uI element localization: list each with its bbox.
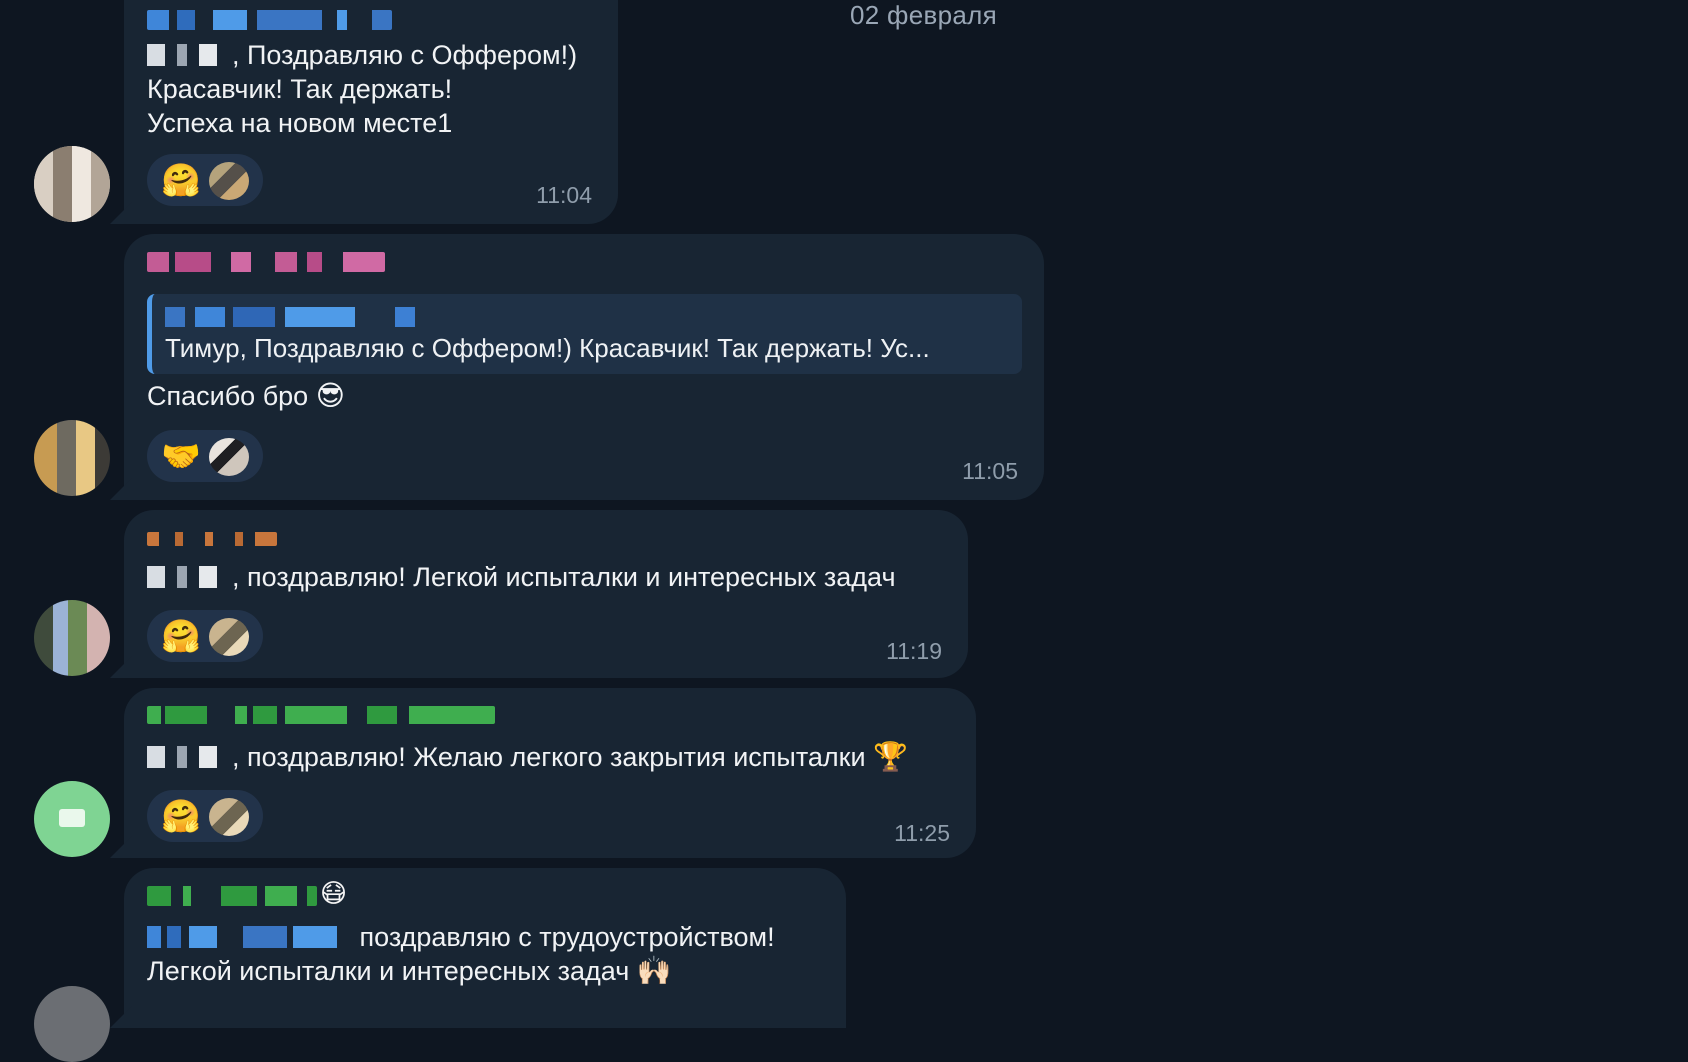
reactor-avatar: [209, 798, 249, 836]
sender-name[interactable]: [147, 10, 392, 30]
sender-name[interactable]: [147, 886, 317, 906]
message-bubble: 😷 поздравляю с трудоустройством! Легкой …: [124, 868, 846, 1028]
reply-text: Тимур, Поздравляю с Оффером!) Красавчик!…: [165, 333, 930, 363]
reaction-pill[interactable]: 🤗: [147, 154, 263, 206]
message-time: 11:25: [894, 820, 950, 846]
reply-sender-name: [165, 307, 415, 327]
trophy-emoji: 🏆: [873, 741, 908, 772]
sender-name[interactable]: [147, 532, 277, 546]
message-avatar[interactable]: [34, 420, 110, 496]
reaction-pill[interactable]: 🤝: [147, 430, 263, 482]
message-time: 11:19: [886, 638, 942, 664]
reaction-emoji: 🤗: [161, 798, 201, 834]
reactor-avatar: [209, 618, 249, 656]
message-text: , Поздравляю с Оффером!) Красавчик! Так …: [147, 40, 578, 138]
message-text: Спасибо бро 😎: [147, 380, 345, 411]
message-time: 11:04: [536, 182, 592, 208]
reaction-emoji: 🤗: [161, 162, 201, 198]
blurred-name: [147, 44, 232, 66]
reaction-emoji: 🤗: [161, 618, 201, 654]
message-text: , поздравляю! Желаю легкого закрытия исп…: [147, 740, 908, 774]
message-bubble: , поздравляю! Легкой испыталки и интерес…: [124, 510, 968, 678]
raised-hands-emoji: 🙌🏻: [636, 955, 672, 986]
sunglasses-emoji: 😎: [315, 380, 345, 411]
message-avatar[interactable]: [34, 146, 110, 222]
message-text: поздравляю с трудоустройством! Легкой ис…: [147, 922, 775, 986]
reaction-pill[interactable]: 🤗: [147, 790, 263, 842]
reactor-avatar: [209, 162, 249, 200]
date-separator: 02 февраля: [850, 0, 997, 30]
reply-quote[interactable]: Тимур, Поздравляю с Оффером!) Красавчик!…: [147, 294, 1022, 374]
reactor-avatar: [209, 438, 249, 476]
blurred-name: [147, 566, 232, 588]
message-avatar[interactable]: [34, 600, 110, 676]
message-time: 11:05: [962, 458, 1018, 484]
message-text: , поздравляю! Легкой испыталки и интерес…: [147, 560, 896, 594]
reaction-pill[interactable]: 🤗: [147, 610, 263, 662]
sender-name[interactable]: [147, 252, 385, 272]
message-bubble: , поздравляю! Желаю легкого закрытия исп…: [124, 688, 976, 858]
message-bubble: , Поздравляю с Оффером!) Красавчик! Так …: [124, 0, 618, 224]
reaction-emoji: 🤝: [161, 438, 201, 474]
sender-name[interactable]: [147, 706, 495, 724]
sender-emoji: 😷: [320, 878, 348, 908]
blurred-name: [147, 746, 232, 768]
message-bubble: Тимур, Поздравляю с Оффером!) Красавчик!…: [124, 234, 1044, 500]
message-avatar[interactable]: [34, 781, 110, 857]
message-avatar[interactable]: [34, 986, 110, 1062]
blurred-mention: [147, 926, 352, 948]
